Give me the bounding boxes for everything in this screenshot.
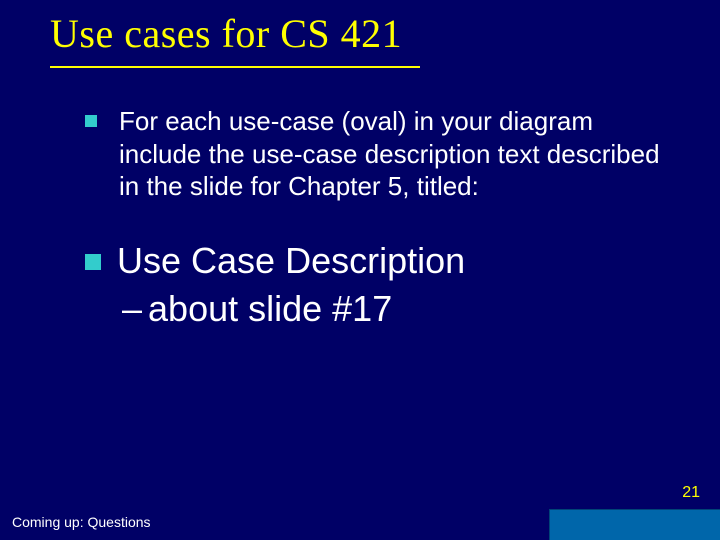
coming-up-text: Coming up: Questions <box>12 514 151 530</box>
title-underline <box>50 66 420 68</box>
bullet-item-2: Use Case Description <box>85 240 660 282</box>
square-bullet-icon <box>85 115 97 127</box>
bullet-2-text: Use Case Description <box>117 240 465 282</box>
footer-box <box>549 509 720 540</box>
slide-title: Use cases for CS 421 <box>50 10 402 57</box>
bullet-item-1: For each use-case (oval) in your diagram… <box>85 105 660 203</box>
square-bullet-icon <box>85 254 101 270</box>
dash-icon: – <box>122 288 142 329</box>
sub-bullet: –about slide #17 <box>122 288 392 330</box>
page-number: 21 <box>682 484 700 502</box>
slide: Use cases for CS 421 For each use-case (… <box>0 0 720 540</box>
sub-bullet-text: about slide #17 <box>148 288 392 329</box>
bullet-1-text: For each use-case (oval) in your diagram… <box>119 105 660 203</box>
